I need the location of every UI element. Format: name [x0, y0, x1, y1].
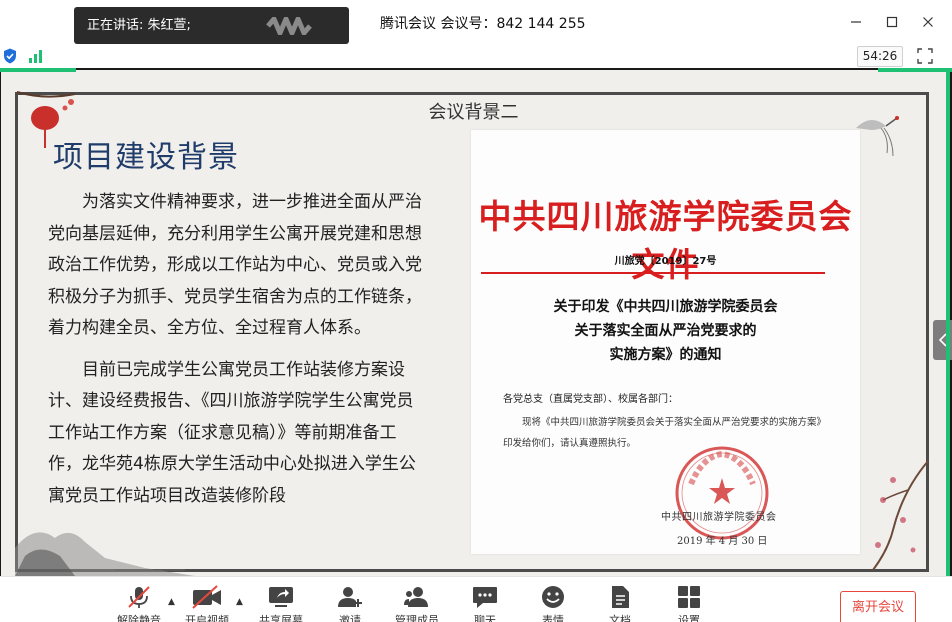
- document-number: 川旅党〔2019〕27号: [614, 256, 717, 267]
- signal-icon[interactable]: [28, 48, 44, 64]
- close-button[interactable]: [910, 10, 946, 34]
- toolbar-label: 文档: [609, 614, 631, 622]
- toolbar-label: 邀请: [339, 614, 361, 622]
- slide-body-text: 为落实文件精神要求，进一步推进全面从严治党向基层延伸，充分利用学生公寓开展党建和…: [48, 187, 428, 512]
- toolbar-label: 开启视频: [185, 614, 229, 622]
- meeting-toolbar: 解除静音 ▲ 开启视频 ▲ 共享屏幕 邀请 管理成员 聊天 表情 文档 设置 离…: [0, 576, 952, 622]
- document-body: 现将《中共四川旅游学院委员会关于落实全面从严治党要求的实施方案》印发给你们，请认…: [503, 417, 822, 449]
- paragraph-2: 目前已完成学生公寓党员工作站装修方案设计、建设经费报告、《四川旅游学院学生公寓党…: [48, 359, 416, 506]
- document-subject-line: 实施方案》的通知: [609, 347, 722, 363]
- document-subject: 关于印发《中共四川旅游学院委员会 关于落实全面从严治党要求的 实施方案》的通知: [471, 295, 860, 367]
- manage-members-button[interactable]: 管理成员: [389, 585, 445, 622]
- unmute-button[interactable]: 解除静音: [111, 585, 167, 622]
- doc-icon: [612, 586, 629, 608]
- emoji-button[interactable]: 表情: [525, 585, 581, 622]
- toolbar-label: 设置: [678, 614, 700, 622]
- document-subject-line: 关于落实全面从严治党要求的: [574, 323, 757, 339]
- leave-meeting-button[interactable]: 离开会议: [840, 591, 916, 622]
- toolbar-label: 管理成员: [395, 614, 439, 622]
- video-off-icon: [192, 585, 221, 609]
- presentation-slide: 会议背景二 项目建设背景 为落实文件精神要求，进一步推进全面从严治党向基层延伸，…: [1, 70, 946, 576]
- plum-blossom-decoration: [872, 459, 929, 571]
- audio-options-caret-icon[interactable]: ▲: [168, 597, 175, 607]
- share-indicator-right: [878, 68, 952, 72]
- slide-header: 会议背景二: [428, 102, 519, 123]
- fullscreen-icon[interactable]: [917, 48, 933, 64]
- document-addressee: 各党总支（直属党支部）、校属各部门：: [503, 394, 678, 405]
- chat-button[interactable]: 聊天: [457, 585, 513, 622]
- members-icon: [404, 587, 428, 607]
- maximize-button[interactable]: [874, 10, 910, 34]
- toolbar-label: 解除静音: [117, 614, 161, 622]
- toolbar-label: 表情: [542, 614, 564, 622]
- official-seal-stamp: [675, 446, 769, 540]
- meeting-title: 腾讯会议 会议号：842 144 255: [380, 16, 586, 32]
- minimize-button[interactable]: [838, 10, 874, 34]
- paragraph-1: 为落实文件精神要求，进一步推进全面从严治党向基层延伸，充分利用学生公寓开展党建和…: [48, 192, 422, 338]
- video-options-caret-icon[interactable]: ▲: [236, 597, 243, 607]
- toolbar-label: 聊天: [474, 614, 496, 622]
- share-screen-icon: [269, 587, 293, 607]
- settings-button[interactable]: 设置: [661, 585, 717, 622]
- shield-icon[interactable]: [3, 48, 17, 64]
- emoji-icon: [542, 586, 564, 608]
- official-document-image: 中共四川旅游学院委员会文件 川旅党〔2019〕27号 关于印发《中共四川旅游学院…: [471, 130, 860, 554]
- mic-muted-icon: [128, 586, 150, 608]
- title-bar: 正在讲话: 朱红萱; 腾讯会议 会议号：842 144 255: [0, 0, 952, 44]
- close-icon: [923, 17, 933, 27]
- toolbar-label: 共享屏幕: [259, 614, 303, 622]
- chat-icon: [473, 587, 497, 608]
- share-indicator-left: [0, 68, 76, 72]
- window-controls: [838, 10, 946, 34]
- minimize-icon: [851, 21, 861, 23]
- status-bar: 54:26: [0, 44, 952, 68]
- speaking-indicator: 正在讲话: 朱红萱;: [74, 7, 349, 44]
- document-red-rule: [481, 272, 825, 274]
- document-date: 2019 年 4 月 30 日: [677, 536, 768, 547]
- project-title: 项目建设背景: [53, 140, 239, 175]
- voice-wave-icon: [266, 17, 312, 35]
- document-button[interactable]: 文档: [592, 585, 648, 622]
- share-indicator-edge: [946, 70, 950, 576]
- speaking-label: 正在讲话: 朱红萱;: [87, 18, 191, 33]
- maximize-icon: [886, 16, 898, 28]
- invite-button[interactable]: 邀请: [322, 585, 378, 622]
- shared-screen-stage: 会议背景二 项目建设背景 为落实文件精神要求，进一步推进全面从严治党向基层延伸，…: [0, 68, 952, 576]
- share-screen-button[interactable]: 共享屏幕: [253, 585, 309, 622]
- meeting-timer: 54:26: [857, 46, 903, 67]
- document-subject-line: 关于印发《中共四川旅游学院委员会: [553, 299, 778, 315]
- start-video-button[interactable]: 开启视频: [179, 585, 235, 622]
- landscape-decoration: [15, 532, 195, 576]
- invite-icon: [338, 587, 362, 607]
- document-issuer: 中共四川旅游学院委员会: [661, 512, 777, 523]
- settings-icon: [678, 586, 700, 608]
